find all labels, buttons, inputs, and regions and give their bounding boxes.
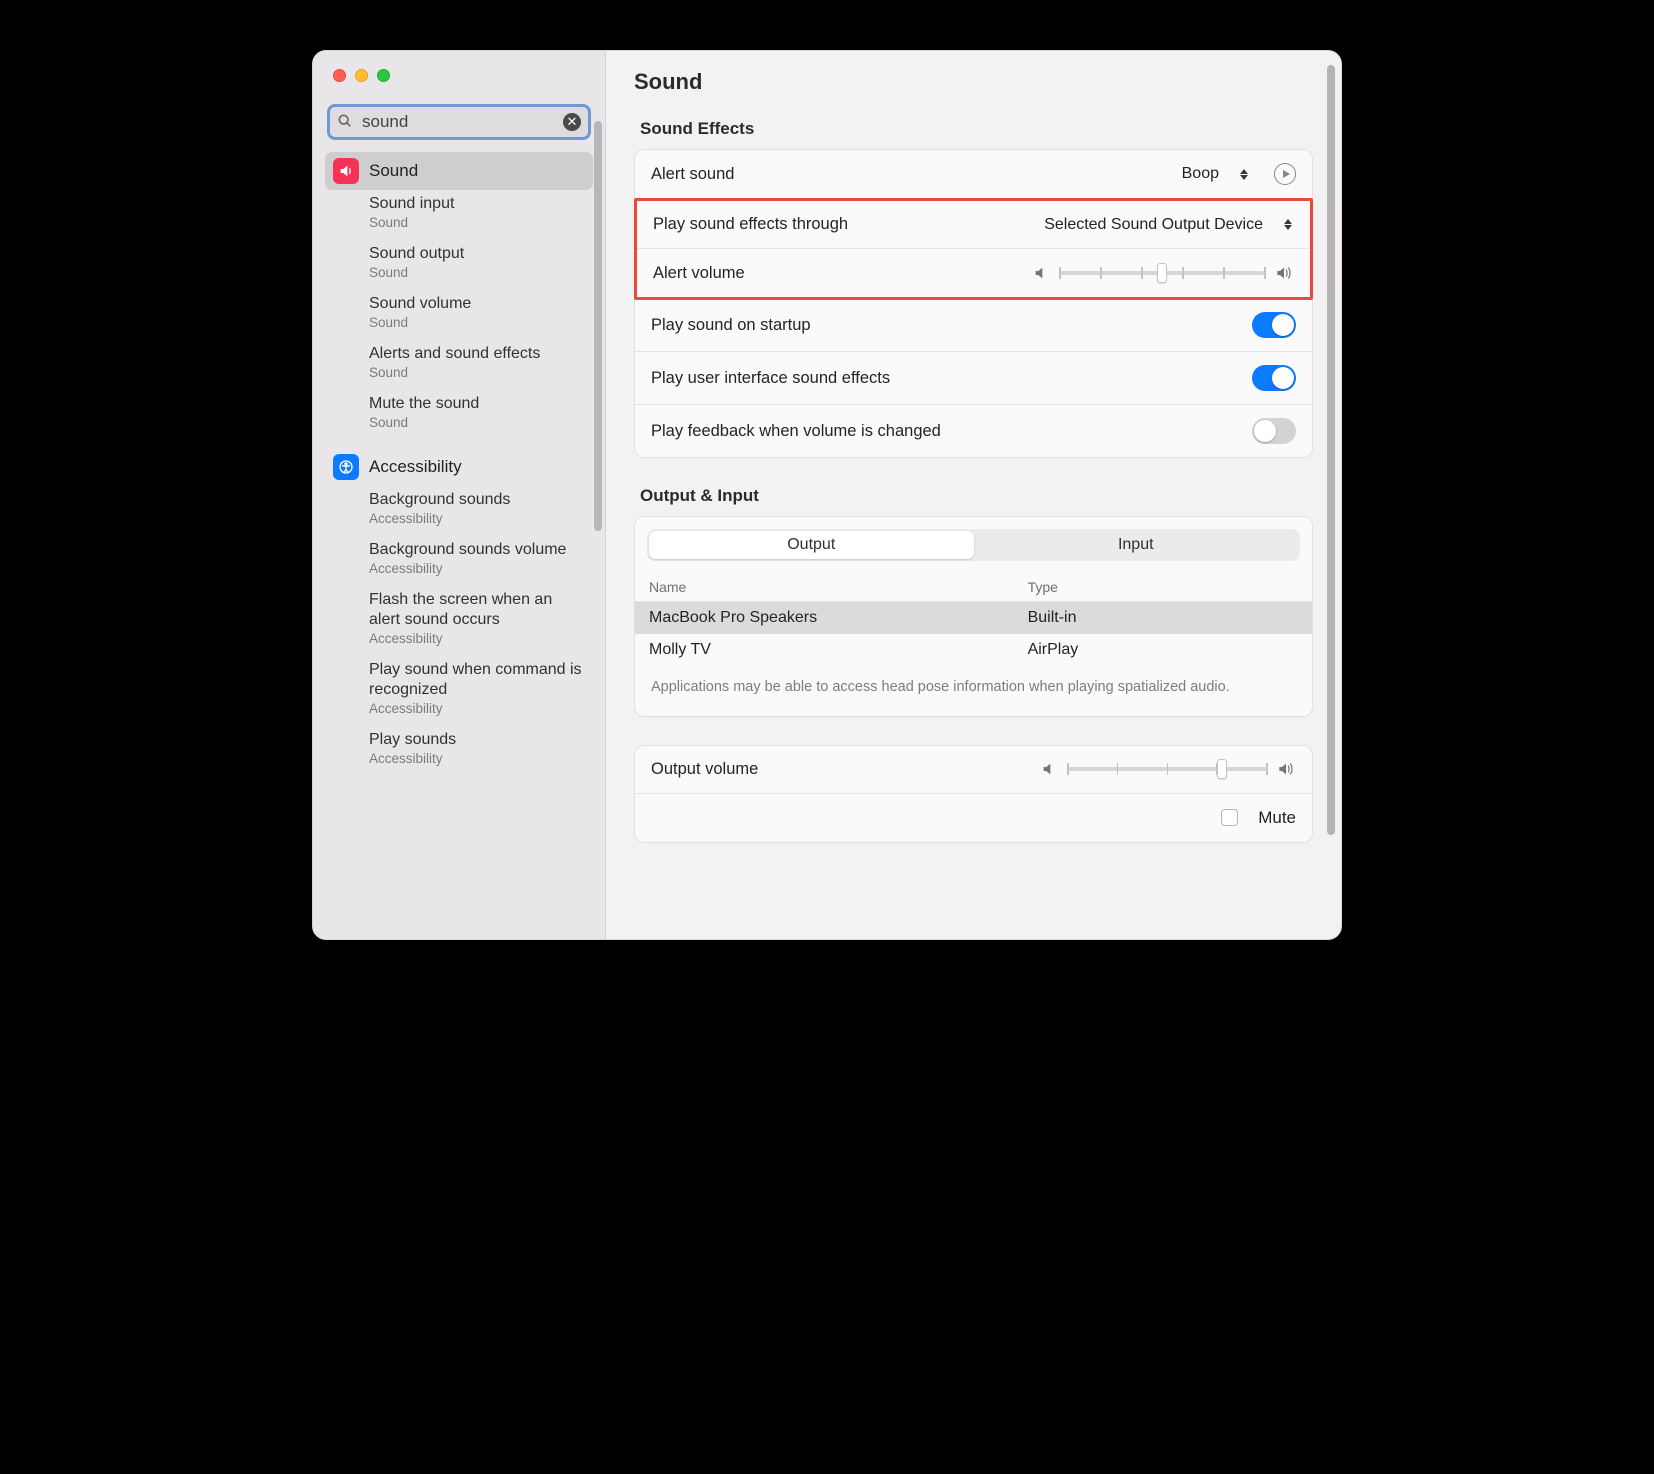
volume-low-icon [1033, 265, 1049, 281]
clear-search-button[interactable]: ✕ [563, 113, 581, 131]
play-on-startup-row: Play sound on startup [635, 299, 1312, 352]
output-volume-row: Output volume [635, 746, 1312, 794]
close-button[interactable] [333, 69, 346, 82]
search-result[interactable]: Play sound when command is recognizedAcc… [325, 656, 593, 726]
column-name: Name [649, 579, 1028, 595]
output-volume-label: Output volume [651, 760, 758, 779]
play-alert-sound-button[interactable] [1274, 163, 1296, 185]
volume-feedback-toggle[interactable] [1252, 418, 1296, 444]
main-content: Sound Sound Effects Alert sound Boop Pla… [606, 51, 1341, 939]
section-sound-effects-title: Sound Effects [640, 119, 1307, 139]
play-through-label: Play sound effects through [653, 215, 848, 234]
section-output-input-title: Output & Input [640, 486, 1307, 506]
mute-row: Mute [635, 794, 1312, 842]
alert-sound-row: Alert sound Boop [635, 150, 1312, 199]
ui-sounds-label: Play user interface sound effects [651, 369, 890, 388]
search-result[interactable]: Mute the soundSound [325, 390, 593, 440]
search-result[interactable]: Background soundsAccessibility [325, 486, 593, 536]
search-result[interactable]: Background sounds volumeAccessibility [325, 536, 593, 586]
ui-sounds-row: Play user interface sound effects [635, 352, 1312, 405]
sidebar-item-accessibility[interactable]: Accessibility [325, 448, 593, 486]
volume-feedback-label: Play feedback when volume is changed [651, 422, 941, 441]
sidebar-item-sound[interactable]: Sound [325, 152, 593, 190]
ui-sounds-toggle[interactable] [1252, 365, 1296, 391]
play-through-row: Play sound effects through Selected Soun… [637, 201, 1310, 249]
output-volume-panel: Output volume Mute [634, 745, 1313, 843]
alert-sound-value[interactable]: Boop [1182, 165, 1219, 183]
sidebar: ✕ Sound Sound inputSound Sound outputSou… [313, 51, 606, 939]
alert-volume-label: Alert volume [653, 264, 745, 283]
mute-checkbox[interactable] [1221, 809, 1238, 826]
play-on-startup-label: Play sound on startup [651, 316, 811, 335]
volume-high-icon [1276, 761, 1296, 777]
volume-low-icon [1041, 761, 1057, 777]
page-title: Sound [634, 69, 1313, 95]
search-result[interactable]: Sound outputSound [325, 240, 593, 290]
output-input-panel: Output Input Name Type MacBook Pro Speak… [634, 516, 1313, 717]
alert-sound-stepper[interactable] [1237, 165, 1250, 183]
mute-label: Mute [1258, 808, 1296, 828]
tab-output[interactable]: Output [649, 531, 974, 559]
alert-volume-slider[interactable] [1033, 265, 1294, 281]
tab-input[interactable]: Input [974, 531, 1299, 559]
search-icon [337, 113, 353, 129]
window-controls [313, 51, 605, 82]
sound-effects-panel: Alert sound Boop Play sound effects thro… [634, 149, 1313, 458]
speaker-icon [333, 158, 359, 184]
minimize-button[interactable] [355, 69, 368, 82]
play-on-startup-toggle[interactable] [1252, 312, 1296, 338]
main-scrollbar[interactable] [1327, 65, 1335, 835]
play-icon [1283, 170, 1290, 178]
sidebar-item-label: Sound [369, 161, 418, 181]
search-result[interactable]: Flash the screen when an alert sound occ… [325, 586, 593, 656]
sidebar-results: Sound Sound inputSound Sound outputSound… [313, 146, 605, 939]
device-row[interactable]: Molly TV AirPlay [635, 634, 1312, 666]
search-result[interactable]: Play soundsAccessibility [325, 726, 593, 776]
search-result[interactable]: Sound inputSound [325, 190, 593, 240]
column-type: Type [1028, 579, 1298, 595]
volume-feedback-row: Play feedback when volume is changed [635, 405, 1312, 457]
maximize-button[interactable] [377, 69, 390, 82]
highlighted-region: Play sound effects through Selected Soun… [634, 198, 1313, 300]
sidebar-scrollbar[interactable] [594, 121, 602, 927]
device-row[interactable]: MacBook Pro Speakers Built-in [635, 602, 1312, 634]
accessibility-icon [333, 454, 359, 480]
search-result[interactable]: Sound volumeSound [325, 290, 593, 340]
volume-high-icon [1274, 265, 1294, 281]
search-input[interactable] [327, 104, 591, 140]
spatial-audio-note: Applications may be able to access head … [635, 666, 1312, 716]
output-volume-slider[interactable] [1041, 761, 1296, 777]
play-through-stepper[interactable] [1281, 216, 1294, 234]
system-settings-window: ✕ Sound Sound inputSound Sound outputSou… [312, 50, 1342, 940]
alert-sound-label: Alert sound [651, 165, 734, 184]
output-input-segmented: Output Input [647, 529, 1300, 561]
alert-volume-row: Alert volume [637, 249, 1310, 297]
search-result[interactable]: Alerts and sound effectsSound [325, 340, 593, 390]
sidebar-item-label: Accessibility [369, 457, 462, 477]
play-through-value[interactable]: Selected Sound Output Device [1044, 216, 1263, 234]
device-table-header: Name Type [635, 573, 1312, 602]
